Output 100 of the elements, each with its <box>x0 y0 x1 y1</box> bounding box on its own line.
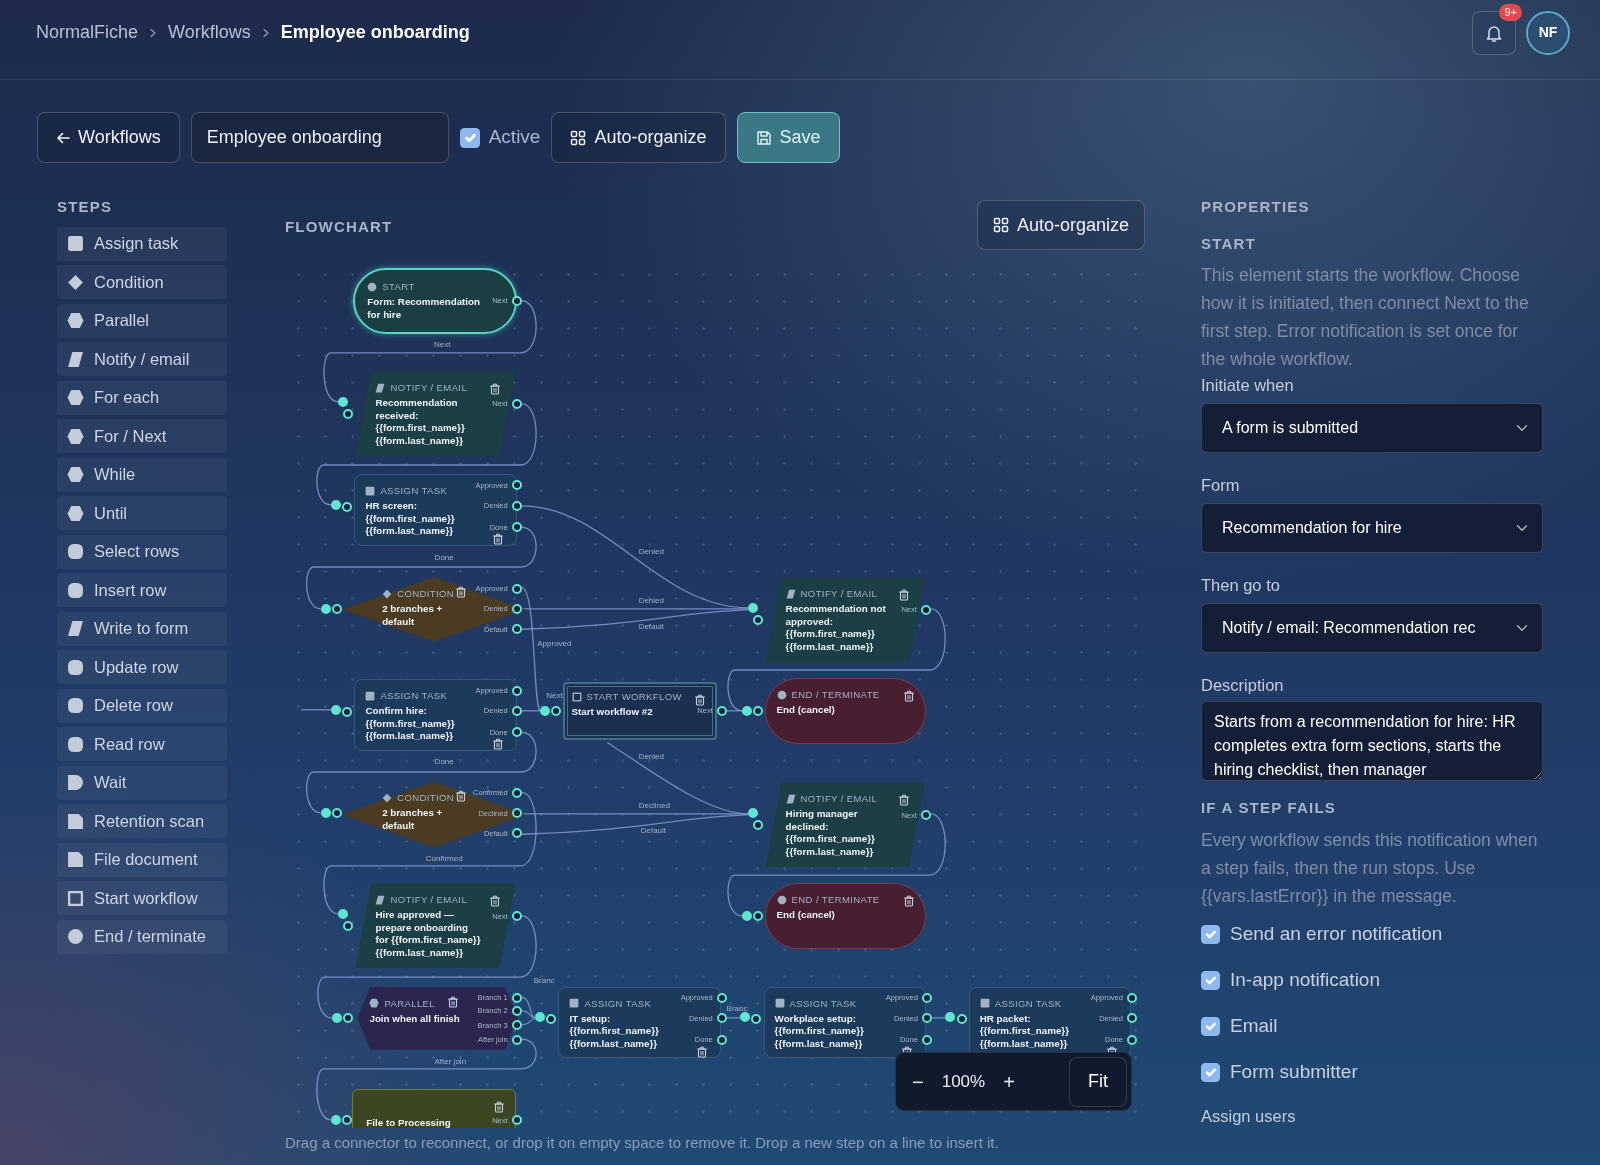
connector-handle[interactable] <box>342 501 353 512</box>
connector-handle[interactable] <box>511 295 522 306</box>
checkbox[interactable] <box>1201 971 1220 990</box>
start-workflow-node[interactable] <box>562 682 717 740</box>
connector-handle[interactable] <box>753 820 764 831</box>
connector-handle[interactable] <box>1126 1013 1137 1024</box>
step-item[interactable]: Insert row <box>57 573 227 607</box>
step-item[interactable]: Condition <box>57 265 227 299</box>
avatar[interactable]: NF <box>1526 10 1570 55</box>
input-handle[interactable] <box>332 1013 343 1024</box>
connector-handle[interactable] <box>921 1034 932 1045</box>
connector-handle[interactable] <box>920 604 931 615</box>
task-node[interactable] <box>354 474 517 546</box>
checkbox[interactable] <box>1201 1017 1220 1036</box>
checkbox[interactable] <box>1201 1063 1220 1082</box>
connector-handle[interactable] <box>921 1013 932 1024</box>
step-item[interactable]: Read row <box>57 727 227 761</box>
connector-handle[interactable] <box>511 808 522 819</box>
connector-handle[interactable] <box>956 1014 967 1025</box>
connector-handle[interactable] <box>511 522 522 533</box>
input-handle[interactable] <box>748 602 759 613</box>
input-handle[interactable] <box>338 909 349 920</box>
step-item[interactable]: Delete row <box>57 688 227 723</box>
breadcrumb-link[interactable]: Workflows <box>168 19 251 46</box>
input-handle[interactable] <box>331 499 341 510</box>
connector-handle[interactable] <box>716 992 727 1003</box>
input-handle[interactable] <box>320 603 331 614</box>
connector-handle[interactable] <box>342 1115 353 1126</box>
connector-handle[interactable] <box>511 1115 522 1126</box>
connector-handle[interactable] <box>332 603 343 614</box>
connector-handle[interactable] <box>753 706 764 716</box>
step-item[interactable]: Write to form <box>57 611 227 646</box>
parallel-node[interactable] <box>357 986 518 1050</box>
connector-handle[interactable] <box>716 706 727 716</box>
input-handle[interactable] <box>740 1012 751 1023</box>
active-checkbox[interactable] <box>459 127 480 148</box>
checkbox[interactable] <box>1201 925 1220 944</box>
step-item[interactable]: For / Next <box>57 419 227 453</box>
input-handle[interactable] <box>742 706 753 716</box>
auto-organize-button[interactable]: Auto-organize <box>551 112 726 163</box>
connector-handle[interactable] <box>511 787 522 798</box>
dropdown-field[interactable]: A form is submitted <box>1201 403 1543 453</box>
connector-handle[interactable] <box>511 727 522 738</box>
input-handle[interactable] <box>540 706 551 716</box>
connector-handle[interactable] <box>753 615 764 626</box>
connector-line[interactable] <box>305 731 537 814</box>
step-item[interactable]: Until <box>57 496 227 530</box>
notifications-button[interactable] <box>1472 10 1516 55</box>
step-item[interactable]: Wait <box>57 765 227 800</box>
breadcrumb-link[interactable]: NormalFiche <box>36 19 139 46</box>
connector-handle[interactable] <box>546 1014 557 1025</box>
connector-handle[interactable] <box>511 685 522 696</box>
step-item[interactable]: Select rows <box>57 534 227 569</box>
connector-handle[interactable] <box>920 810 931 821</box>
step-item[interactable]: Assign task <box>57 226 227 261</box>
connector-line[interactable] <box>521 1010 536 1019</box>
save-button[interactable]: Save <box>736 112 840 163</box>
connector-handle[interactable] <box>511 583 522 594</box>
input-handle[interactable] <box>742 911 753 922</box>
step-item[interactable]: File document <box>57 842 227 877</box>
input-handle[interactable] <box>535 1012 546 1023</box>
task-node[interactable] <box>354 679 517 751</box>
step-item[interactable]: Start workflow <box>57 881 227 915</box>
input-handle[interactable] <box>331 1115 341 1126</box>
connector-handle[interactable] <box>332 808 343 819</box>
connector-handle[interactable] <box>511 828 522 839</box>
breadcrumb-link[interactable]: Employee onboarding <box>280 19 470 46</box>
input-handle[interactable] <box>320 808 331 819</box>
step-item[interactable]: Update row <box>57 650 227 684</box>
connector-handle[interactable] <box>511 1034 522 1045</box>
connector-handle[interactable] <box>511 911 522 922</box>
step-item[interactable]: While <box>57 457 227 492</box>
step-item[interactable]: For each <box>57 380 227 415</box>
connector-handle[interactable] <box>511 603 522 614</box>
input-handle[interactable] <box>748 808 759 819</box>
connector-handle[interactable] <box>343 921 354 932</box>
step-item[interactable]: End / terminate <box>57 919 227 954</box>
connector-line[interactable] <box>305 526 537 610</box>
zoom-in-button[interactable]: + <box>995 1064 1023 1099</box>
connector-handle[interactable] <box>343 1013 354 1024</box>
description-field[interactable]: Starts from a recommendation for hire: HR completes extra form sections, starts the hiring checklist, then manager <box>1201 701 1543 781</box>
connector-line[interactable] <box>521 1018 536 1026</box>
connector-handle[interactable] <box>1126 1034 1137 1045</box>
connector-handle[interactable] <box>511 706 522 716</box>
connector-handle[interactable] <box>1126 992 1137 1003</box>
start-node[interactable] <box>353 268 517 335</box>
workflow-name-field[interactable]: Employee onboarding <box>190 112 449 163</box>
task-node[interactable] <box>558 986 721 1058</box>
input-handle[interactable] <box>338 396 349 407</box>
step-item[interactable]: Parallel <box>57 303 227 338</box>
connector-handle[interactable] <box>716 1013 727 1024</box>
connector-handle[interactable] <box>753 911 764 922</box>
connector-handle[interactable] <box>716 1034 727 1045</box>
input-handle[interactable] <box>331 704 341 715</box>
connector-handle[interactable] <box>511 398 522 409</box>
connector-handle[interactable] <box>511 992 522 1003</box>
connector-handle[interactable] <box>511 624 522 635</box>
connector-handle[interactable] <box>511 1006 522 1016</box>
zoom-out-button[interactable]: − <box>904 1064 932 1099</box>
connector-handle[interactable] <box>751 1014 762 1025</box>
